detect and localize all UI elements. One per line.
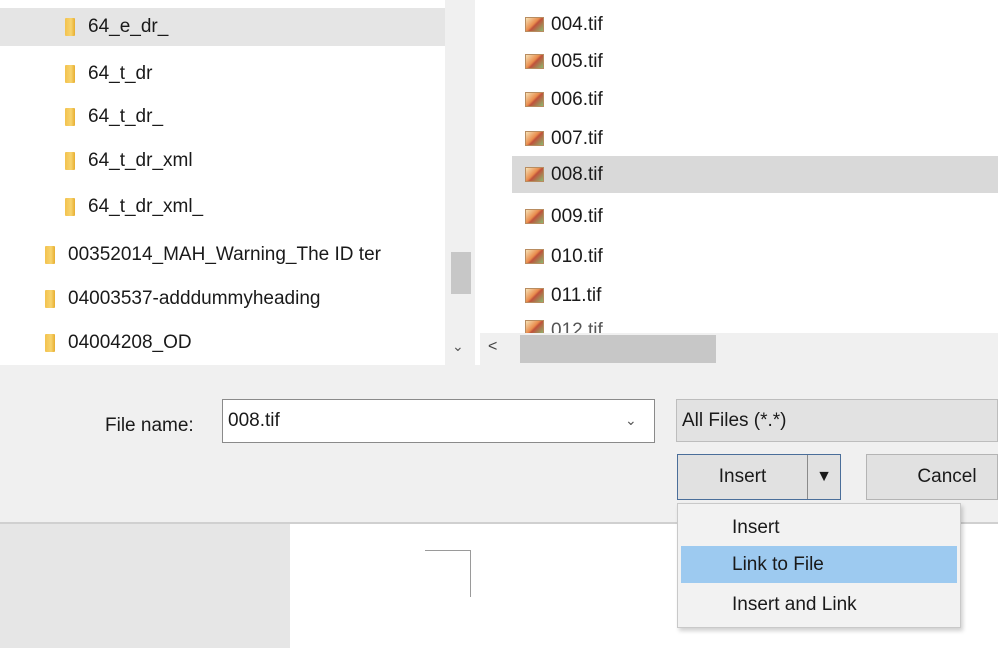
insert-button-label: Insert — [718, 466, 767, 487]
tree-item-label: 64_t_dr_xml — [88, 150, 193, 171]
tree-item-04004208[interactable]: 04004208_OD — [0, 324, 445, 362]
tree-item-label: 64_t_dr — [88, 63, 153, 84]
folder-tree-pane: 64_e_dr_ 64_t_dr 64_t_dr_ 64_t_dr_xml 64… — [0, 0, 445, 365]
tree-item-64-t-dr-xml-underscore[interactable]: 64_t_dr_xml_ — [0, 188, 445, 226]
insert-options-menu: Insert Link to File Insert and Link — [677, 503, 961, 628]
folder-icon — [45, 246, 55, 264]
image-file-icon — [525, 17, 544, 32]
file-name-dropdown-icon[interactable]: ⌄ — [625, 412, 637, 429]
file-item-label: 007.tif — [551, 127, 603, 149]
file-name-label: File name: — [105, 415, 194, 436]
scroll-down-arrow-icon[interactable]: ⌄ — [452, 338, 464, 355]
tree-item-label: 04003537-adddummyheading — [68, 288, 321, 309]
folder-icon — [65, 108, 75, 126]
folder-icon — [65, 65, 75, 83]
file-list-pane: 004.tif 005.tif 006.tif 007.tif 008.tif … — [492, 0, 998, 365]
file-name-input[interactable]: 008.tif — [222, 399, 655, 443]
image-file-icon — [525, 131, 544, 146]
cancel-button[interactable]: Cancel — [866, 454, 998, 500]
file-item-007[interactable]: 007.tif — [512, 120, 998, 157]
dialog-bottom-bar — [0, 365, 998, 522]
tree-item-64-e-dr[interactable]: 64_e_dr_ — [0, 8, 445, 46]
file-item-label: 008.tif — [551, 163, 603, 185]
file-item-label: 005.tif — [551, 50, 603, 72]
image-file-icon — [525, 288, 544, 303]
image-file-icon — [525, 209, 544, 224]
insert-split-button[interactable]: Insert ▼ — [677, 454, 841, 500]
menu-item-insert[interactable]: Insert — [681, 509, 957, 546]
folder-icon — [65, 152, 75, 170]
cancel-button-label: Cancel — [917, 466, 977, 487]
tree-scroll-thumb[interactable] — [451, 252, 471, 294]
tree-item-64-t-dr-xml[interactable]: 64_t_dr_xml — [0, 142, 445, 180]
insert-button[interactable]: Insert — [678, 455, 808, 499]
file-item-008[interactable]: 008.tif — [512, 156, 998, 193]
file-horizontal-scrollbar[interactable]: < — [480, 333, 998, 365]
insert-dropdown-arrow-icon[interactable]: ▼ — [808, 455, 840, 499]
tree-item-label: 64_t_dr_ — [88, 106, 164, 127]
tree-item-label: 04004208_OD — [68, 332, 192, 353]
file-item-005[interactable]: 005.tif — [512, 43, 998, 80]
file-item-label: 006.tif — [551, 88, 603, 110]
file-name-value: 008.tif — [228, 410, 280, 431]
tree-item-04003537[interactable]: 04003537-adddummyheading — [0, 280, 445, 318]
tree-item-64-t-dr-underscore[interactable]: 64_t_dr_ — [0, 98, 445, 136]
menu-item-insert-and-link[interactable]: Insert and Link — [681, 586, 957, 623]
page-corner-mark — [425, 550, 471, 597]
file-scroll-thumb[interactable] — [520, 335, 716, 363]
folder-icon — [45, 334, 55, 352]
folder-icon — [65, 198, 75, 216]
image-file-icon — [525, 249, 544, 264]
tree-vertical-scrollbar[interactable] — [445, 0, 475, 365]
tree-item-64-t-dr[interactable]: 64_t_dr — [0, 55, 445, 93]
file-item-011[interactable]: 011.tif — [512, 277, 998, 314]
tree-item-label: 00352014_MAH_Warning_The ID ter — [68, 244, 381, 265]
file-type-filter-select[interactable]: All Files (*.*) — [676, 399, 998, 442]
menu-item-link-to-file[interactable]: Link to File — [681, 546, 957, 583]
file-item-010[interactable]: 010.tif — [512, 238, 998, 275]
tree-item-label: 64_t_dr_xml_ — [88, 196, 204, 217]
file-item-label: 009.tif — [551, 205, 603, 227]
scroll-left-arrow-icon[interactable]: < — [488, 338, 497, 356]
image-file-icon — [525, 167, 544, 182]
file-item-label: 011.tif — [551, 284, 602, 306]
file-item-006[interactable]: 006.tif — [512, 81, 998, 118]
file-type-filter-value: All Files (*.*) — [682, 409, 787, 431]
image-file-icon — [525, 92, 544, 107]
document-side-panel — [0, 524, 290, 648]
menu-item-label: Insert and Link — [732, 593, 857, 615]
file-item-004[interactable]: 004.tif — [512, 6, 998, 43]
image-file-icon — [525, 54, 544, 69]
file-item-009[interactable]: 009.tif — [512, 198, 998, 235]
file-item-label: 004.tif — [551, 13, 603, 35]
folder-icon — [65, 18, 75, 36]
menu-item-label: Link to File — [732, 553, 824, 575]
menu-item-label: Insert — [732, 516, 780, 538]
folder-icon — [45, 290, 55, 308]
tree-item-label: 64_e_dr_ — [88, 16, 169, 37]
tree-item-00352014[interactable]: 00352014_MAH_Warning_The ID ter — [0, 236, 445, 274]
file-item-label: 010.tif — [551, 245, 603, 267]
